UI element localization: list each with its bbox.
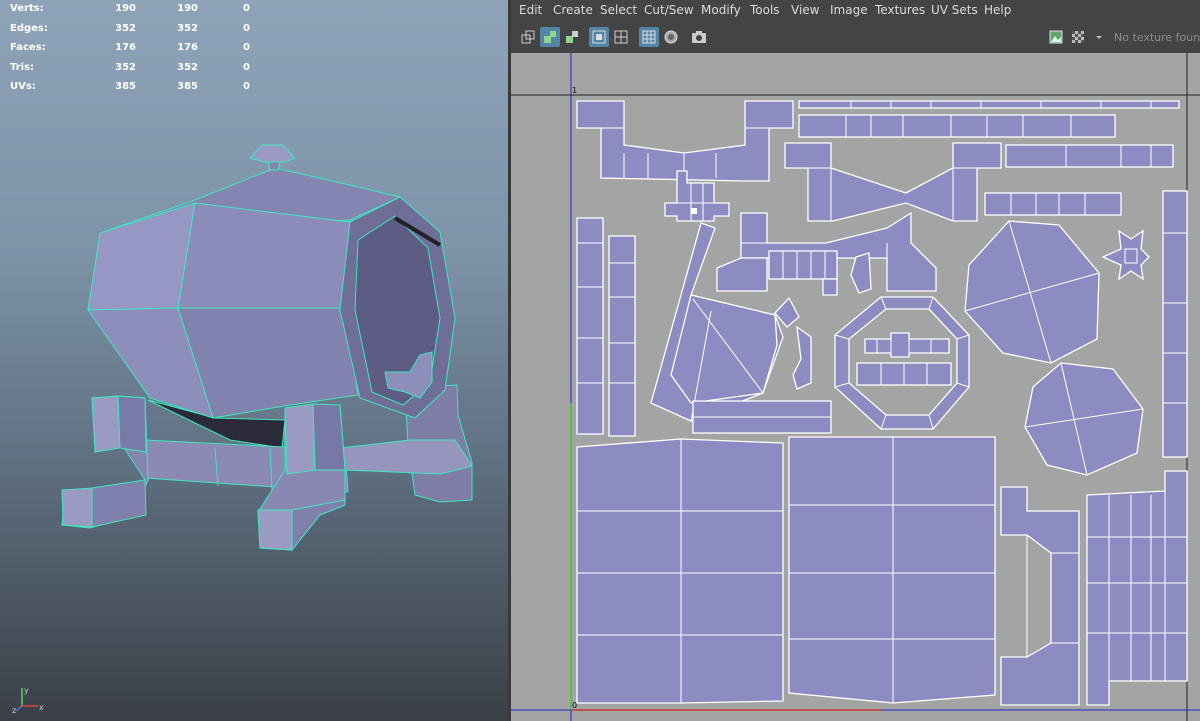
menu-tools[interactable]: Tools xyxy=(750,3,780,17)
uv-shell[interactable] xyxy=(576,217,604,435)
uv-grid-label-origin: 0 xyxy=(572,701,577,710)
menu-select[interactable]: Select xyxy=(600,3,637,17)
axis-label-z: z xyxy=(12,706,16,714)
leg-face xyxy=(284,403,316,475)
uv-layout-icon[interactable] xyxy=(518,27,538,47)
uv-snapshot-icon[interactable] xyxy=(562,27,582,47)
uv-shell[interactable] xyxy=(784,142,1002,222)
knob-stem xyxy=(267,161,281,171)
menu-textures[interactable]: Textures xyxy=(875,3,925,17)
texture-status-label: No texture found xyxy=(1114,31,1200,44)
axis-indicator-icon: y z x xyxy=(12,686,44,714)
uv-shell[interactable] xyxy=(1024,362,1144,476)
stand-rail-right xyxy=(339,439,473,475)
menu-uv-sets[interactable]: UV Sets xyxy=(931,3,978,17)
axis-label-x: x xyxy=(39,703,44,712)
uv-shell[interactable] xyxy=(716,257,768,292)
uv-shell[interactable] xyxy=(774,296,800,328)
uv-editor-menubar: Edit Create Select Cut/Sew Modify Tools … xyxy=(511,0,1200,22)
shading-icon[interactable] xyxy=(661,27,681,47)
uv-shells[interactable]: 1 0 xyxy=(511,53,1200,721)
leg-face xyxy=(61,487,93,528)
leg-face xyxy=(312,403,346,471)
menu-help[interactable]: Help xyxy=(984,3,1011,17)
uv-shell[interactable] xyxy=(1162,190,1188,458)
perspective-viewport[interactable]: Verts: 190 190 0 Edges: 352 352 0 Faces:… xyxy=(0,0,508,721)
uv-shell[interactable] xyxy=(1086,470,1188,706)
menu-image[interactable]: Image xyxy=(830,3,868,17)
leg-face xyxy=(91,395,121,453)
uv-shell[interactable] xyxy=(670,294,778,404)
uv-shell[interactable] xyxy=(768,250,838,280)
image-display-icon[interactable] xyxy=(1046,27,1066,47)
leg-face xyxy=(257,509,293,551)
uv-grid-label-top: 1 xyxy=(572,86,577,95)
leg-face xyxy=(117,395,147,453)
menu-create[interactable]: Create xyxy=(553,3,593,17)
uv-shell[interactable] xyxy=(792,325,812,390)
menu-view[interactable]: View xyxy=(791,3,819,17)
uv-shell[interactable] xyxy=(788,436,996,704)
uv-shell[interactable] xyxy=(1005,144,1174,168)
uv-shell[interactable] xyxy=(984,192,1122,216)
camera-icon[interactable] xyxy=(689,27,709,47)
uv-shell[interactable] xyxy=(1000,486,1080,706)
menu-modify[interactable]: Modify xyxy=(701,3,741,17)
checker-icon[interactable] xyxy=(1068,27,1088,47)
uv-shell-icon[interactable] xyxy=(540,27,560,47)
axis-label-y: y xyxy=(24,686,29,695)
leg-face xyxy=(91,479,147,528)
uv-shell[interactable] xyxy=(822,278,838,296)
uv-texture-editor: Edit Create Select Cut/Sew Modify Tools … xyxy=(511,0,1200,721)
uv-editor-toolbar: No texture found xyxy=(511,24,1200,52)
barrel-model[interactable] xyxy=(0,0,508,721)
uv-shell[interactable] xyxy=(850,252,872,294)
barrel-lid-knob xyxy=(249,144,296,163)
uv-canvas[interactable]: 1 0 xyxy=(511,53,1200,721)
uv-shell[interactable] xyxy=(798,100,1180,109)
menu-cut-sew[interactable]: Cut/Sew xyxy=(644,3,694,17)
checker-grid-icon[interactable] xyxy=(639,27,659,47)
uv-shell[interactable] xyxy=(608,235,636,437)
frame-icon[interactable] xyxy=(589,27,609,47)
uv-shell[interactable] xyxy=(576,100,794,182)
uv-shell[interactable] xyxy=(576,438,784,704)
grid-icon[interactable] xyxy=(611,27,631,47)
barrel-body-mid xyxy=(177,202,351,309)
dropdown-arrow-icon[interactable] xyxy=(1089,27,1109,47)
menu-edit[interactable]: Edit xyxy=(519,3,542,17)
